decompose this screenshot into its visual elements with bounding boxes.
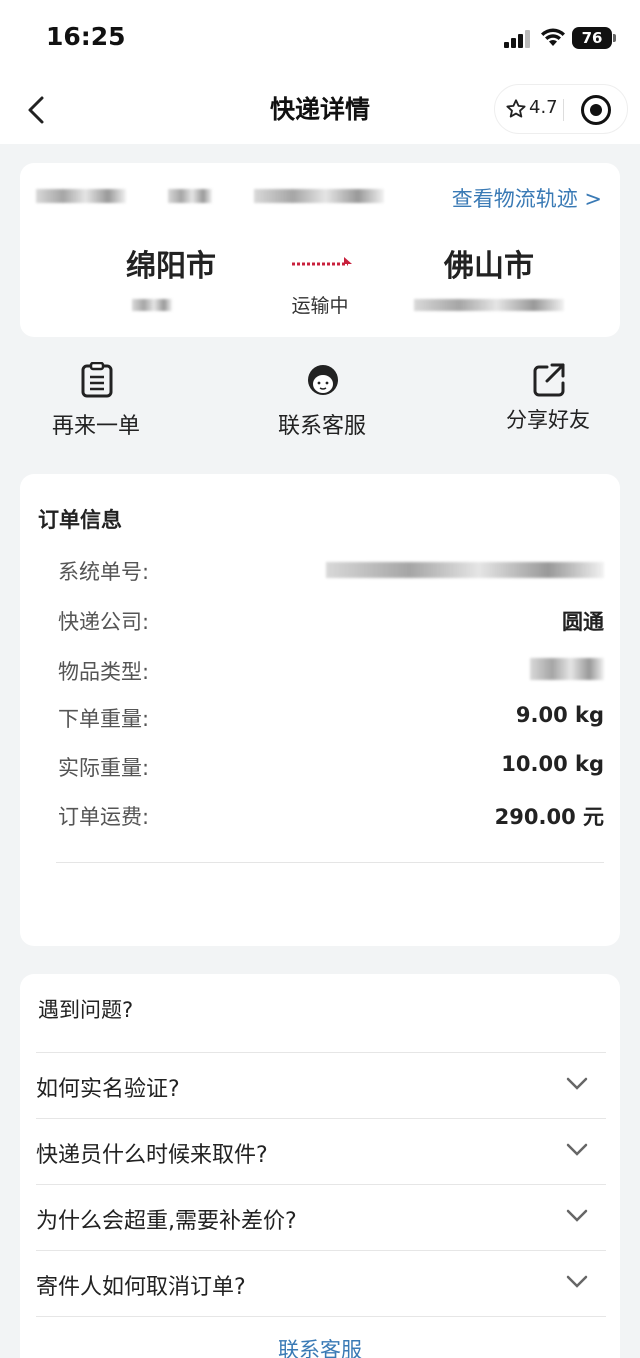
status-time: 16:25 <box>46 22 126 51</box>
system-number-redacted <box>326 562 604 578</box>
capsule-divider <box>563 99 564 121</box>
redacted-text <box>168 189 212 203</box>
info-row-shipping-fee: 订单运费: 290.00 元 <box>58 801 604 835</box>
faq-item[interactable]: 如何实名验证? <box>36 1052 606 1118</box>
cellular-signal-icon <box>504 30 532 48</box>
express-detail-page: 16:25 76 快递详情 4.7 查看物流轨迹 > 绵阳市 佛山市 运输中 再… <box>0 0 640 1358</box>
faq-question: 寄件人如何取消订单? <box>36 1275 246 1300</box>
faq-title: 遇到问题? <box>38 998 134 1022</box>
battery-icon: 76 <box>572 27 616 49</box>
route-arrow-icon <box>292 257 352 266</box>
info-row-courier: 快递公司: 圆通 <box>58 606 604 640</box>
customer-service-icon <box>308 365 338 395</box>
sender-name-redacted <box>132 299 172 311</box>
chevron-down-icon <box>566 1077 588 1090</box>
share-friends-button[interactable]: 分享好友 <box>458 356 638 446</box>
info-label: 订单运费: <box>58 805 150 829</box>
tracking-number-redacted <box>36 189 126 203</box>
reorder-label: 再来一单 <box>51 414 140 439</box>
info-label: 物品类型: <box>58 660 150 684</box>
info-value: 10.00 kg <box>501 752 604 776</box>
divider <box>56 862 604 863</box>
info-label: 系统单号: <box>58 560 150 584</box>
customer-service-label: 联系客服 <box>277 414 366 439</box>
chevron-down-icon <box>566 1209 588 1222</box>
order-info-title: 订单信息 <box>38 508 122 532</box>
faq-item-divider <box>36 1316 606 1317</box>
nav-bar: 快递详情 4.7 <box>0 76 640 144</box>
redacted-text <box>254 189 384 203</box>
clipboard-icon <box>81 362 113 398</box>
close-target-icon[interactable] <box>581 95 611 125</box>
info-row-system-number: 系统单号: <box>58 556 604 590</box>
info-row-order-weight: 下单重量: 9.00 kg <box>58 703 604 737</box>
route-card: 查看物流轨迹 > 绵阳市 佛山市 运输中 <box>20 163 620 337</box>
order-info-card: 订单信息 系统单号: 快递公司: 圆通 物品类型: 下单重量: 9.00 kg … <box>20 474 620 946</box>
share-icon <box>533 363 565 397</box>
info-value: 圆通 <box>562 610 604 634</box>
faq-card: 遇到问题? 如何实名验证? 快递员什么时候来取件? 为什么会超重,需要补差价? … <box>20 974 620 1358</box>
faq-question: 为什么会超重,需要补差价? <box>36 1209 297 1234</box>
status-bar: 16:25 76 <box>0 0 640 76</box>
faq-question: 快递员什么时候来取件? <box>36 1143 268 1168</box>
faq-contact-link[interactable]: 联系客服 <box>20 1334 620 1358</box>
info-label: 实际重量: <box>58 756 150 780</box>
info-label: 快递公司: <box>58 610 150 634</box>
destination-city: 佛山市 <box>444 249 534 284</box>
rating-value: 4.7 <box>529 97 558 118</box>
quick-actions: 再来一单 联系客服 分享好友 <box>0 356 640 446</box>
info-value: 9.00 kg <box>515 703 604 727</box>
wifi-icon <box>541 28 565 46</box>
star-icon <box>506 99 526 118</box>
receiver-name-redacted <box>414 299 564 311</box>
reorder-button[interactable]: 再来一单 <box>6 356 186 446</box>
info-label: 下单重量: <box>58 707 150 731</box>
info-value: 290.00 元 <box>494 805 604 829</box>
rating-button[interactable]: 4.7 <box>495 85 563 135</box>
faq-question: 如何实名验证? <box>36 1077 180 1102</box>
view-tracking-link[interactable]: 查看物流轨迹 > <box>452 183 602 213</box>
chevron-down-icon <box>566 1275 588 1288</box>
origin-city: 绵阳市 <box>126 249 216 284</box>
share-friends-label: 分享好友 <box>506 408 590 432</box>
customer-service-button[interactable]: 联系客服 <box>232 356 412 446</box>
item-type-redacted <box>530 658 604 680</box>
faq-item[interactable]: 为什么会超重,需要补差价? <box>36 1184 606 1250</box>
faq-item[interactable]: 寄件人如何取消订单? <box>36 1250 606 1316</box>
faq-item[interactable]: 快递员什么时候来取件? <box>36 1118 606 1184</box>
mini-program-capsule: 4.7 <box>494 84 628 134</box>
info-row-actual-weight: 实际重量: 10.00 kg <box>58 752 604 786</box>
info-row-item-type: 物品类型: <box>58 656 604 690</box>
transit-status: 运输中 <box>291 295 349 317</box>
chevron-down-icon <box>566 1143 588 1156</box>
